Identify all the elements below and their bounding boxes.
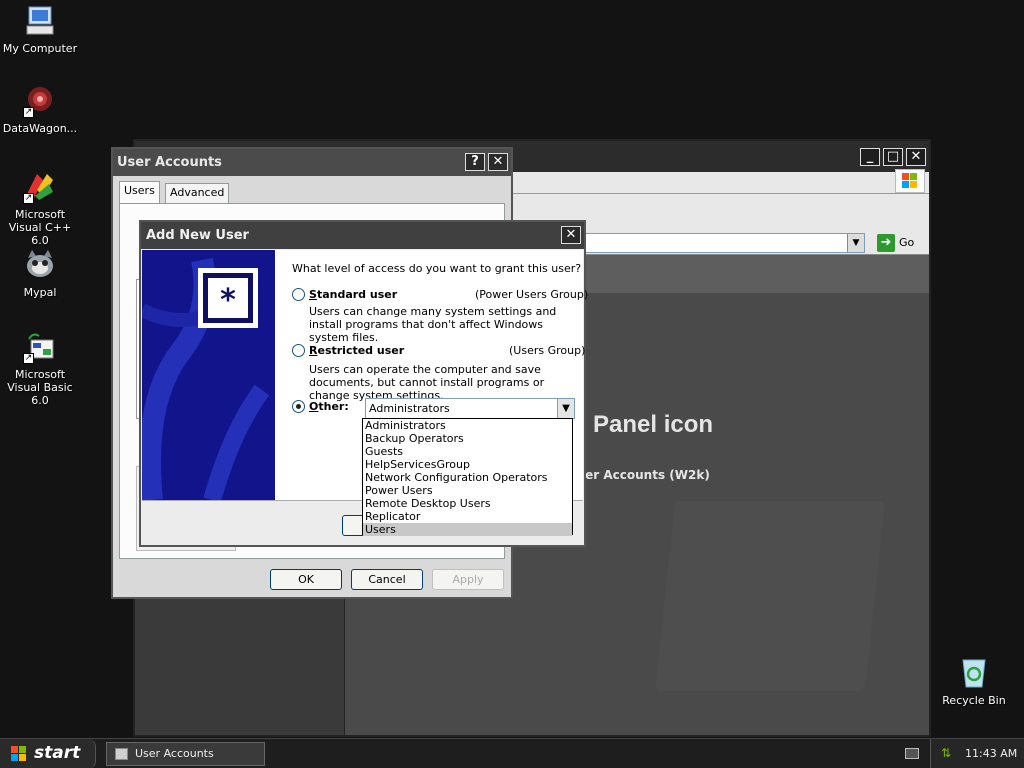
desktop-icon-label: Recycle Bin (942, 694, 1006, 707)
desktop-icon-label: My Computer (2, 42, 78, 55)
user-accounts-icon (115, 748, 128, 760)
mypal-icon (23, 248, 57, 282)
restricted-user-group: (Users Group) (509, 344, 586, 357)
clock: 11:43 AM (965, 747, 1018, 760)
dropdown-option[interactable]: Network Configuration Operators (363, 471, 572, 484)
svg-text:*: * (220, 283, 236, 318)
desktop-icon-label: Microsoft Visual Basic 6.0 (7, 368, 73, 407)
user-accounts-titlebar: User Accounts ? ✕ (113, 149, 511, 176)
dropdown-option[interactable]: Administrators (363, 419, 572, 432)
desktop-icon-datawagon[interactable]: ↗ DataWagon... (0, 84, 80, 135)
wizard-banner: * (142, 250, 275, 500)
keyboard-icon[interactable] (905, 748, 919, 759)
standard-user-group: (Power Users Group) (475, 288, 589, 301)
dialog-title: User Accounts (117, 155, 222, 170)
dialog-title: Add New User (146, 228, 249, 243)
maximize-button[interactable]: □ (883, 148, 903, 166)
watermark-graphic (655, 501, 885, 691)
content-heading: Panel icon (593, 411, 714, 438)
other-label[interactable]: Other: (309, 400, 349, 413)
desktop-icon-mypal[interactable]: Mypal (0, 248, 80, 299)
datawagon-icon: ↗ (23, 84, 57, 118)
desktop-icon-label: DataWagon... (2, 122, 78, 135)
shortcut-arrow-icon: ↗ (23, 193, 34, 204)
visual-cpp-icon: ↗ (23, 170, 57, 204)
close-button[interactable]: ✕ (561, 226, 581, 244)
dropdown-option[interactable]: Users (363, 523, 572, 536)
wizard-banner-art: * (142, 257, 270, 500)
dropdown-option[interactable]: HelpServicesGroup (363, 458, 572, 471)
dropdown-option[interactable]: Remote Desktop Users (363, 497, 572, 510)
close-button[interactable]: ✕ (488, 153, 508, 171)
dropdown-option[interactable]: Guests (363, 445, 572, 458)
desktop-icon-visual-basic[interactable]: ↗ Microsoft Visual Basic 6.0 (0, 330, 80, 407)
start-label: start (34, 743, 81, 763)
add-new-user-titlebar: Add New User ✕ (141, 222, 584, 249)
dropdown-option[interactable]: Power Users (363, 484, 572, 497)
dropdown-option[interactable]: Replicator (363, 510, 572, 523)
apply-button[interactable]: Apply (432, 569, 504, 590)
dropdown-option[interactable]: Backup Operators (363, 432, 572, 445)
access-question: What level of access do you want to gran… (292, 262, 582, 275)
desktop-icon-label: Mypal (23, 286, 57, 299)
tab-advanced[interactable]: Advanced (165, 183, 230, 203)
desktop-icon-label: Microsoft Visual C++ 6.0 (8, 208, 72, 247)
taskbar-item-user-accounts[interactable]: User Accounts (106, 742, 265, 766)
ok-button[interactable]: OK (270, 569, 342, 590)
recycle-bin-icon (957, 656, 991, 690)
close-button[interactable]: ✕ (906, 148, 926, 166)
help-button[interactable]: ? (465, 153, 485, 171)
address-input[interactable]: ▼ (575, 233, 865, 253)
group-select[interactable]: Administrators ▼ (365, 398, 575, 419)
standard-user-description: Users can change many system settings an… (309, 305, 557, 344)
windows-flag-icon (11, 746, 26, 761)
content-subtext: ser Accounts (W2k) (578, 468, 710, 482)
chevron-down-icon[interactable]: ▼ (557, 399, 574, 418)
other-radio[interactable] (292, 400, 305, 413)
chevron-down-icon[interactable]: ▼ (847, 234, 864, 252)
visual-basic-icon: ↗ (23, 330, 57, 364)
restricted-user-radio[interactable] (292, 344, 305, 357)
go-label: Go (899, 236, 915, 249)
system-tray: ⇅ 11:43 AM (930, 739, 1024, 768)
restricted-user-label[interactable]: Restricted user (309, 344, 404, 357)
go-arrow-icon: ➜ (877, 234, 895, 252)
go-button[interactable]: ➜ Go (877, 233, 914, 253)
standard-user-radio[interactable] (292, 288, 305, 301)
start-button[interactable]: start (0, 739, 96, 768)
taskbar-item-label: User Accounts (135, 747, 214, 760)
desktop-icon-my-computer[interactable]: My Computer (0, 4, 80, 55)
windows-flag-icon (895, 169, 925, 193)
network-icon[interactable]: ⇅ (941, 747, 955, 760)
computer-icon (23, 4, 57, 38)
taskbar: start User Accounts ⇅ 11:43 AM (0, 738, 1024, 768)
group-select-value: Administrators (369, 402, 450, 415)
standard-user-label[interactable]: Standard user (309, 288, 397, 301)
cancel-button[interactable]: Cancel (351, 569, 423, 590)
desktop-icon-recycle-bin[interactable]: Recycle Bin (934, 656, 1014, 707)
restricted-user-description: Users can operate the computer and save … (309, 363, 545, 402)
group-dropdown-list: Administrators Backup Operators Guests Help… (362, 418, 573, 536)
shortcut-arrow-icon: ↗ (23, 107, 34, 118)
minimize-button[interactable]: _ (860, 148, 880, 166)
tab-users[interactable]: Users (119, 181, 160, 203)
desktop-icon-visual-cpp[interactable]: ↗ Microsoft Visual C++ 6.0 (0, 170, 80, 247)
shortcut-arrow-icon: ↗ (23, 353, 34, 364)
